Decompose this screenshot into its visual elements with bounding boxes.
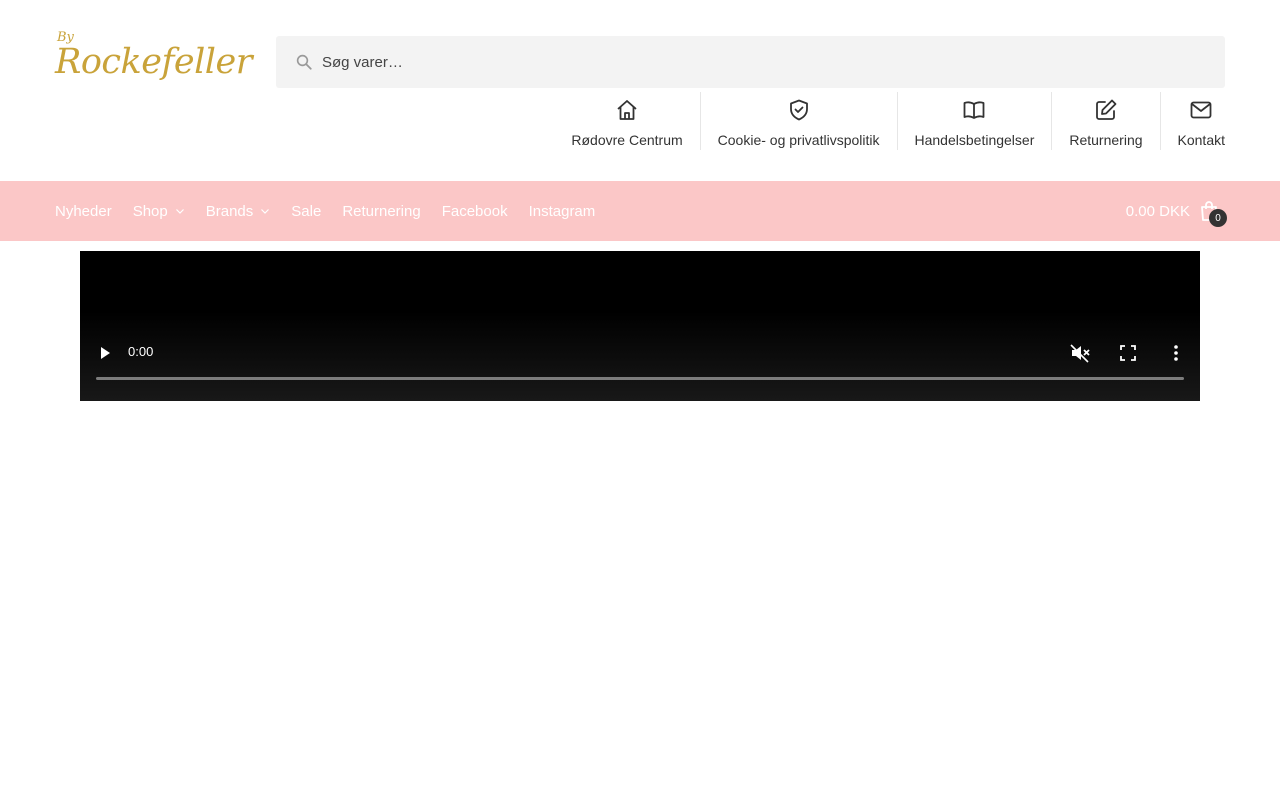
nav-item-label: Returnering <box>342 202 421 220</box>
nav-item-instagram[interactable]: Instagram <box>529 203 596 220</box>
quick-link-label: Rødovre Centrum <box>571 132 683 148</box>
site-logo[interactable]: By Rockefeller <box>55 28 252 94</box>
video-progress-bar[interactable] <box>96 377 1184 380</box>
book-open-icon <box>964 101 985 119</box>
quick-link-rodovre-centrum[interactable]: Rødovre Centrum <box>554 92 701 150</box>
fullscreen-icon[interactable] <box>1120 345 1136 361</box>
chevron-down-icon <box>261 209 270 214</box>
more-options-icon[interactable] <box>1170 344 1182 362</box>
nav-item-label: Facebook <box>441 202 508 220</box>
nav-item-label: Sale <box>291 202 322 220</box>
cart-amount: 0.00 DKK <box>1125 202 1190 220</box>
cart-count-badge: 0 <box>1209 209 1227 227</box>
search-bar <box>276 36 1225 88</box>
header-quick-links: Rødovre Centrum Cookie- og privatlivspol… <box>554 92 1225 150</box>
play-icon[interactable] <box>96 344 114 362</box>
mute-icon[interactable] <box>1069 343 1091 363</box>
quick-link-label: Cookie- og privatlivspolitik <box>717 132 880 148</box>
nav-item-sale[interactable]: Sale <box>291 203 321 220</box>
quick-link-label: Kontakt <box>1177 132 1225 148</box>
pencil-square-icon <box>1096 99 1117 120</box>
chevron-down-icon <box>175 209 184 214</box>
nav-item-label: Brands <box>205 202 254 220</box>
nav-item-nyheder[interactable]: Nyheder <box>55 203 112 220</box>
nav-item-shop[interactable]: Shop <box>133 203 185 220</box>
main-navbar: Nyheder Shop Brands Sale Returnering Fac… <box>0 181 1280 241</box>
nav-item-label: Instagram <box>528 202 596 220</box>
quick-link-cookie-policy[interactable]: Cookie- og privatlivspolitik <box>701 92 898 150</box>
nav-item-facebook[interactable]: Facebook <box>442 203 508 220</box>
nav-item-label: Nyheder <box>55 202 112 220</box>
video-controls-shade <box>80 311 1200 401</box>
mail-icon <box>1190 101 1212 119</box>
nav-item-brands[interactable]: Brands <box>206 203 271 220</box>
cart-link[interactable]: 0.00 DKK 0 <box>1125 181 1227 241</box>
home-icon <box>617 100 637 120</box>
video-player[interactable]: 0:00 <box>80 251 1200 401</box>
shield-check-icon <box>789 99 808 121</box>
quick-link-label: Handelsbetingelser <box>914 132 1035 148</box>
search-input[interactable] <box>322 36 1202 88</box>
primary-menu: Nyheder Shop Brands Sale Returnering Fac… <box>55 181 616 241</box>
search-icon[interactable] <box>295 53 313 71</box>
shopping-bag-icon: 0 <box>1198 200 1227 227</box>
video-time: 0:00 <box>128 344 154 359</box>
quick-link-terms[interactable]: Handelsbetingelser <box>898 92 1053 150</box>
quick-link-contact[interactable]: Kontakt <box>1161 92 1225 150</box>
nav-item-label: Shop <box>132 202 168 220</box>
quick-link-label: Returnering <box>1069 132 1143 148</box>
nav-item-returnering[interactable]: Returnering <box>342 203 420 220</box>
logo-name-text: Rockefeller <box>55 42 252 82</box>
quick-link-returns[interactable]: Returnering <box>1052 92 1161 150</box>
